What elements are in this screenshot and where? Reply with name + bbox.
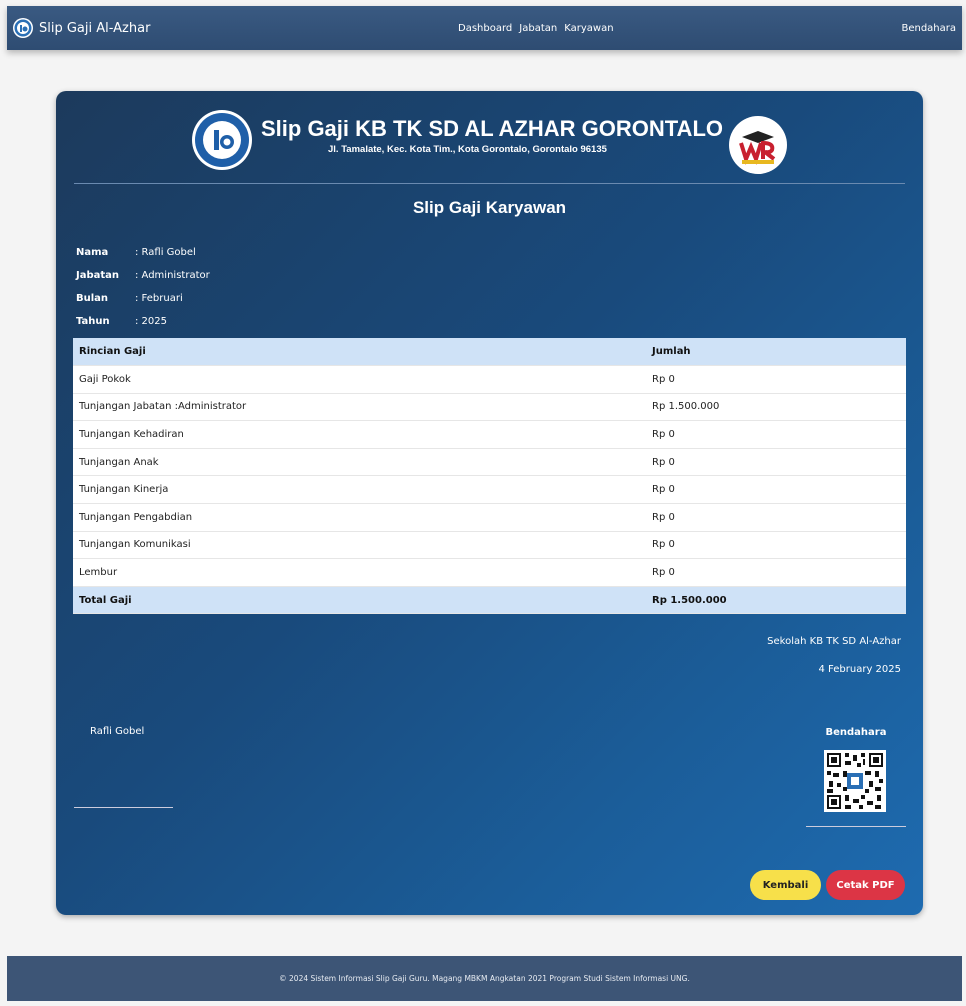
table-row: Tunjangan Jabatan :Administrator Rp 1.50… xyxy=(73,393,906,422)
nav-link-karyawan[interactable]: Karyawan xyxy=(564,23,613,34)
footer-text: © 2024 Sistem Informasi Slip Gaji Guru. … xyxy=(279,974,690,983)
cell-amount: Rp 0 xyxy=(646,420,906,449)
table-header-row: Rincian Gaji Jumlah xyxy=(73,338,906,367)
cell-amount: Rp 0 xyxy=(646,558,906,587)
nav-user-menu[interactable]: Bendahara xyxy=(901,6,956,50)
slip-date: 4 February 2025 xyxy=(818,664,901,675)
cell-amount: Rp 0 xyxy=(646,448,906,477)
brand-logo-icon xyxy=(13,18,33,38)
cell-amount: Rp 0 xyxy=(646,475,906,505)
info-label: Jabatan xyxy=(76,270,120,281)
cell-item: Lembur xyxy=(73,558,646,587)
print-pdf-button[interactable]: Cetak PDF xyxy=(826,870,905,900)
info-label: Tahun xyxy=(76,316,110,327)
cell-amount: Rp 0 xyxy=(646,365,906,394)
info-value: : Rafli Gobel xyxy=(135,247,196,258)
nav-link-jabatan[interactable]: Jabatan xyxy=(519,23,557,34)
info-row: Bulan : Februari xyxy=(76,287,210,310)
info-row: Jabatan : Administrator xyxy=(76,264,210,287)
header-divider xyxy=(74,183,905,184)
employee-info: Nama : Rafli Gobel Jabatan : Administrat… xyxy=(76,241,210,333)
info-label: Bulan xyxy=(76,293,109,304)
info-label: Nama xyxy=(76,247,109,258)
salary-slip-card: Slip Gaji KB TK SD AL AZHAR GORONTALO Jl… xyxy=(56,91,923,915)
table-row: Tunjangan Kehadiran Rp 0 xyxy=(73,420,906,449)
total-label: Total Gaji xyxy=(73,586,646,615)
back-button[interactable]: Kembali xyxy=(750,870,821,900)
cell-item: Tunjangan Anak xyxy=(73,448,646,477)
cell-item: Tunjangan Kehadiran xyxy=(73,420,646,449)
brand-text: Slip Gaji Al-Azhar xyxy=(39,20,151,36)
cell-item: Gaji Pokok xyxy=(73,365,646,394)
total-row: Total Gaji Rp 1.500.000 xyxy=(73,586,906,615)
total-amount: Rp 1.500.000 xyxy=(646,586,906,615)
qr-code-icon xyxy=(824,750,886,812)
table-row: Tunjangan Komunikasi Rp 0 xyxy=(73,531,906,560)
navbar: Slip Gaji Al-Azhar Dashboard Jabatan Kar… xyxy=(7,6,962,50)
info-value: : Februari xyxy=(135,293,183,304)
table-row: Tunjangan Kinerja Rp 0 xyxy=(73,475,906,505)
school-seal-logo-icon xyxy=(191,109,253,171)
salary-table: Rincian Gaji Jumlah Gaji Pokok Rp 0 Tunj… xyxy=(73,338,906,615)
school-name: Sekolah KB TK SD Al-Azhar xyxy=(767,636,901,647)
cell-amount: Rp 0 xyxy=(646,531,906,560)
table-row: Tunjangan Pengabdian Rp 0 xyxy=(73,503,906,532)
table-row: Tunjangan Anak Rp 0 xyxy=(73,448,906,477)
nav-links: Dashboard Jabatan Karyawan xyxy=(458,6,614,50)
cell-amount: Rp 1.500.000 xyxy=(646,393,906,422)
table-row: Lembur Rp 0 xyxy=(73,558,906,587)
nav-link-dashboard[interactable]: Dashboard xyxy=(458,23,512,34)
info-row: Tahun : 2025 xyxy=(76,310,210,333)
treasurer-label: Bendahara xyxy=(825,727,887,738)
brand[interactable]: Slip Gaji Al-Azhar xyxy=(13,18,150,38)
cell-amount: Rp 0 xyxy=(646,503,906,532)
footer: © 2024 Sistem Informasi Slip Gaji Guru. … xyxy=(7,956,962,1001)
wr-logo-icon xyxy=(728,115,788,175)
school-address: Jl. Tamalate, Kec. Kota Tim., Kota Goron… xyxy=(328,144,607,155)
cell-item: Tunjangan Pengabdian xyxy=(73,503,646,532)
treasurer-signature-line xyxy=(806,826,906,827)
column-header-jumlah: Jumlah xyxy=(646,338,906,367)
employee-signature-line xyxy=(74,807,173,808)
employee-signature-name: Rafli Gobel xyxy=(90,726,145,737)
cell-item: Tunjangan Komunikasi xyxy=(73,531,646,560)
cell-item: Tunjangan Kinerja xyxy=(73,475,646,505)
info-value: : 2025 xyxy=(135,316,167,327)
cell-item: Tunjangan Jabatan :Administrator xyxy=(73,393,646,422)
info-value: : Administrator xyxy=(135,270,210,281)
document-title: Slip Gaji Karyawan xyxy=(412,198,567,217)
table-row: Gaji Pokok Rp 0 xyxy=(73,365,906,394)
column-header-rincian: Rincian Gaji xyxy=(73,338,646,367)
school-title: Slip Gaji KB TK SD AL AZHAR GORONTALO xyxy=(261,116,723,141)
info-row: Nama : Rafli Gobel xyxy=(76,241,210,264)
